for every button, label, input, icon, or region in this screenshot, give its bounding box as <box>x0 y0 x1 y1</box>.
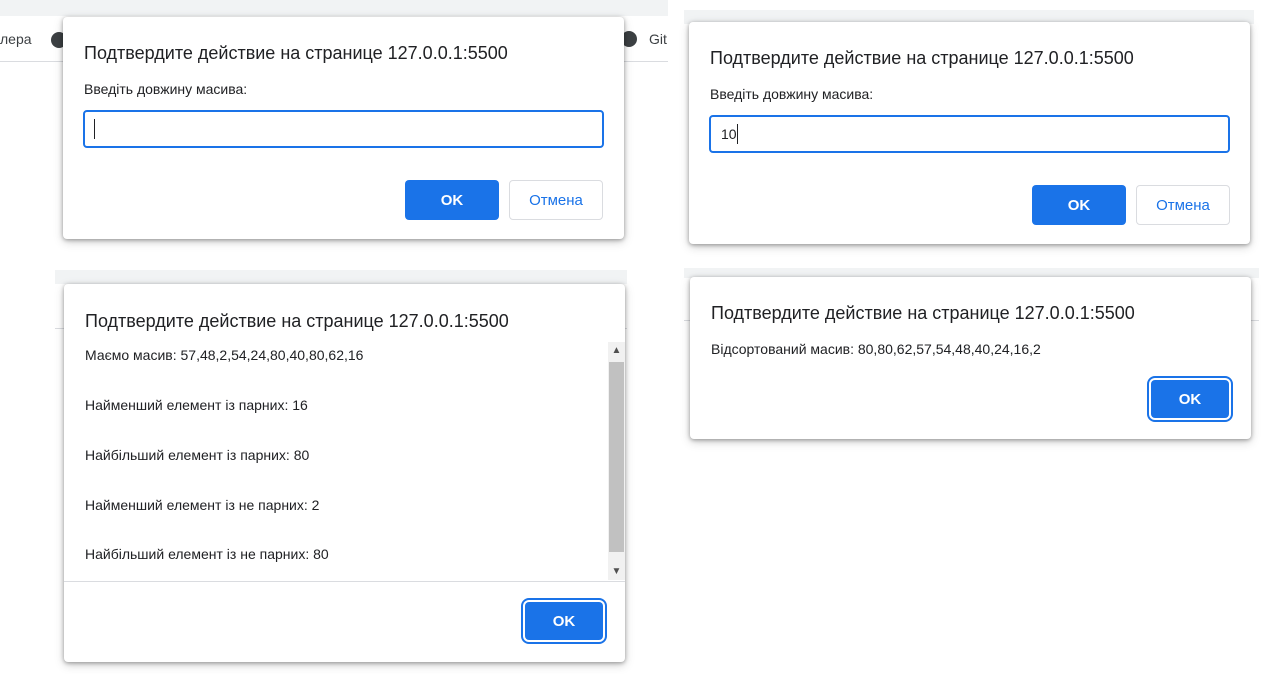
bookmark-fragment-left[interactable]: лера <box>0 31 32 47</box>
text-caret <box>737 124 738 144</box>
ok-button[interactable]: OK <box>1151 380 1229 418</box>
text-caret <box>94 119 95 139</box>
message-scroll-area[interactable]: Маємо масив: 57,48,2,54,24,80,40,80,62,1… <box>64 342 625 580</box>
message-line-max-even: Найбільший елемент із парних: 80 <box>85 447 310 463</box>
dialog-message: Введіть довжину масива: <box>710 86 874 102</box>
dialog-message: Відсортований масив: 80,80,62,57,54,48,4… <box>711 341 1041 357</box>
dialog-title: Подтвердите действие на странице 127.0.0… <box>711 303 1135 323</box>
vertical-scrollbar[interactable]: ▲ ▼ <box>608 342 625 580</box>
browser-toolbar-strip <box>0 0 668 16</box>
ok-button[interactable]: OK <box>405 180 499 220</box>
message-line-max-odd: Найбільший елемент із не парних: 80 <box>85 546 329 562</box>
scroll-up-arrow-icon[interactable]: ▲ <box>608 342 625 359</box>
message-line-min-odd: Найменший елемент із не парних: 2 <box>85 497 320 513</box>
message-line-array: Маємо масив: 57,48,2,54,24,80,40,80,62,1… <box>85 347 364 363</box>
dialog-title: Подтвердите действие на странице 127.0.0… <box>84 43 508 63</box>
ok-button[interactable]: OK <box>525 602 603 640</box>
dialog-message: Введіть довжину масива: <box>84 81 248 97</box>
dialog-divider <box>64 581 625 582</box>
prompt-dialog-filled: Подтвердите действие на странице 127.0.0… <box>689 22 1250 244</box>
cancel-button[interactable]: Отмена <box>509 180 603 220</box>
message-line-min-even: Найменший елемент із парних: 16 <box>85 397 308 413</box>
length-input[interactable] <box>83 110 604 148</box>
sorted-alert-dialog: Подтвердите действие на странице 127.0.0… <box>690 277 1251 439</box>
bookmark-fragment-right[interactable]: Git <box>649 31 667 47</box>
length-input[interactable]: 10 <box>709 115 1230 153</box>
scrollbar-thumb[interactable] <box>609 362 624 552</box>
prompt-dialog-empty: Подтвердите действие на странице 127.0.0… <box>63 17 624 239</box>
results-alert-dialog: Подтвердите действие на странице 127.0.0… <box>64 284 625 662</box>
dialog-title: Подтвердите действие на странице 127.0.0… <box>710 48 1134 68</box>
scroll-down-arrow-icon[interactable]: ▼ <box>608 563 625 580</box>
browser-toolbar-strip-3 <box>55 270 627 284</box>
cancel-button[interactable]: Отмена <box>1136 185 1230 225</box>
length-input-value: 10 <box>721 126 737 142</box>
ok-button[interactable]: OK <box>1032 185 1126 225</box>
dialog-title: Подтвердите действие на странице 127.0.0… <box>85 311 509 331</box>
